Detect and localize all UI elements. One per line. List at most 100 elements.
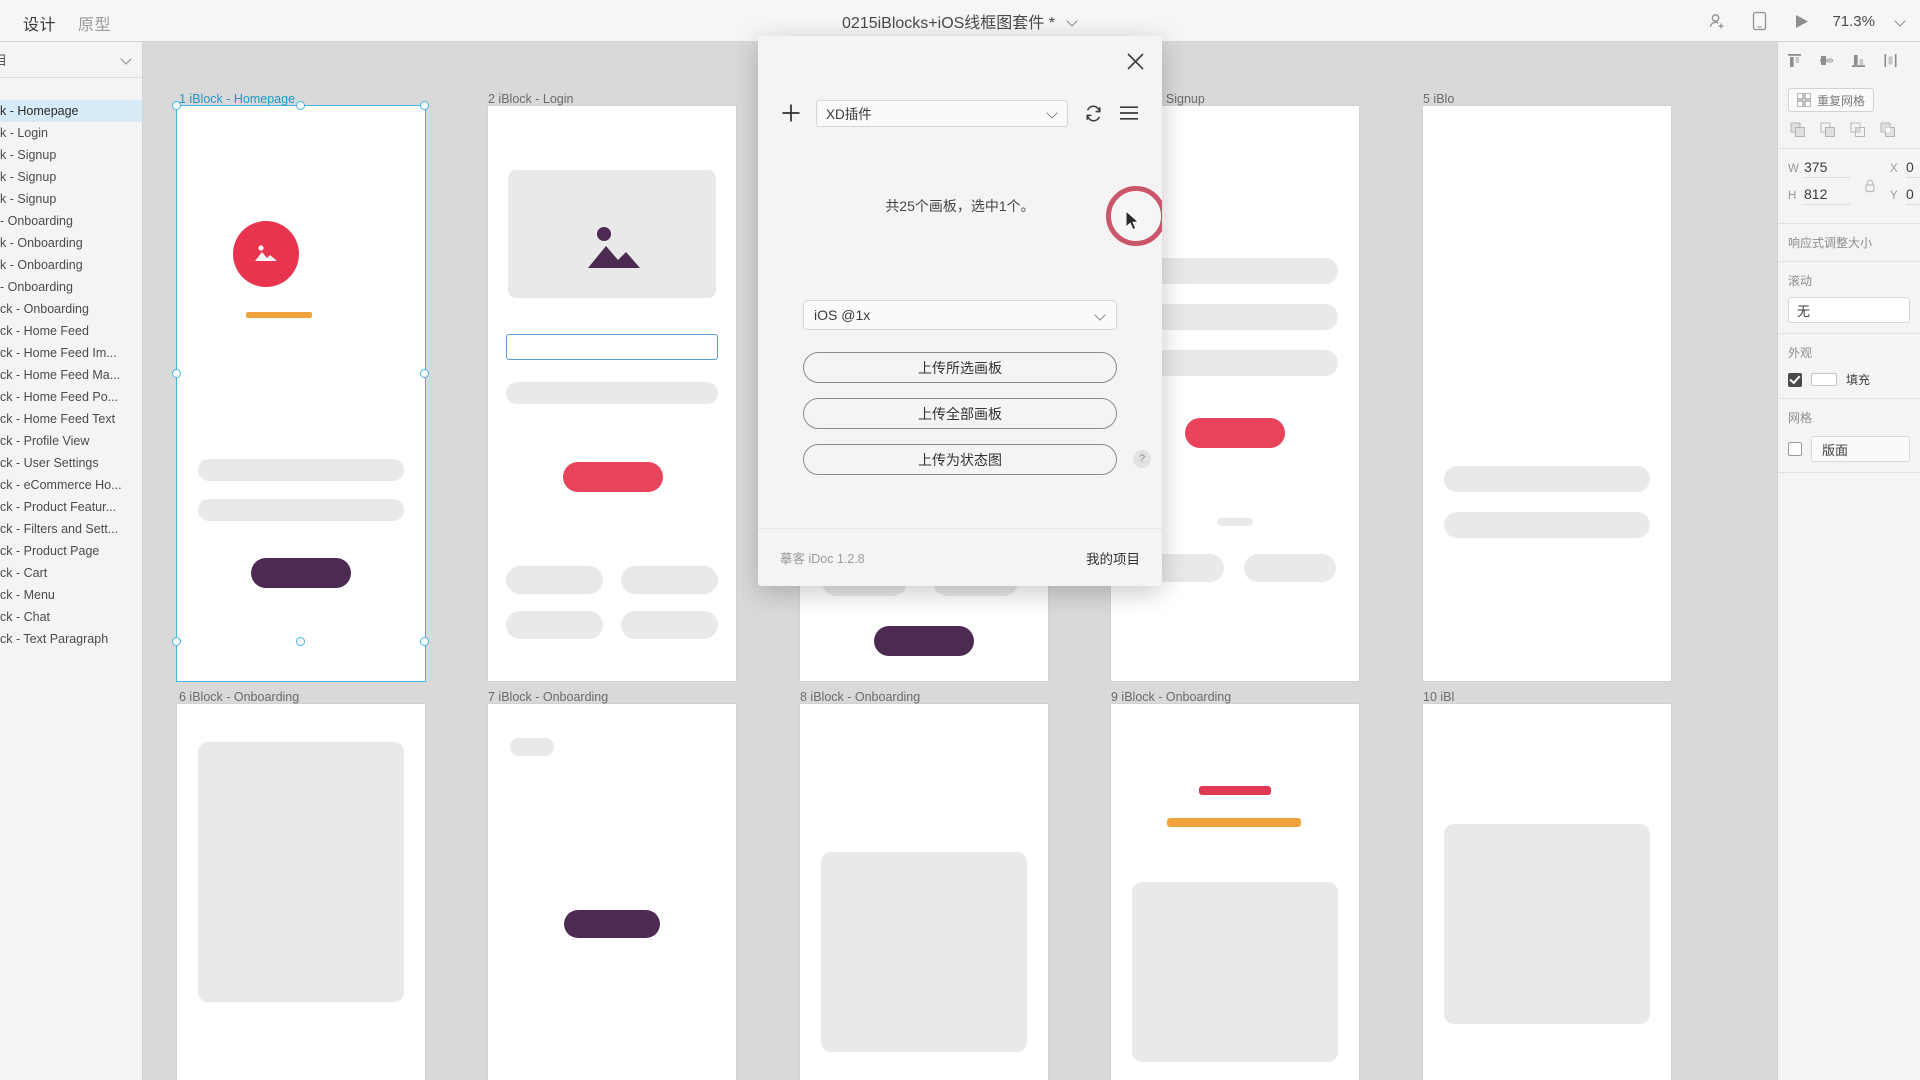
responsive-resize-section[interactable]: 响应式调整大小 (1778, 224, 1920, 262)
primary-button-shape (251, 558, 351, 588)
accent-bar-orange-9 (1167, 818, 1301, 827)
boolean-intersect-icon[interactable] (1850, 122, 1866, 138)
layer-item[interactable]: ck - Onboarding (0, 298, 142, 320)
artboard-onboarding-10[interactable] (1423, 704, 1671, 1080)
layer-item[interactable]: ck - eCommerce Ho... (0, 474, 142, 496)
artboard-onboarding-9[interactable] (1111, 704, 1359, 1080)
artboard-signup-5[interactable] (1423, 106, 1671, 681)
layer-item[interactable]: k - Signup (0, 188, 142, 210)
x-value[interactable]: 0 (1906, 159, 1920, 178)
grid-type-select[interactable]: 版面 (1811, 436, 1910, 462)
selection-handle-bl[interactable] (172, 637, 181, 646)
upload-all-artboards-button[interactable]: 上传全部画板 (803, 398, 1117, 429)
export-scale-select[interactable]: iOS @1x (803, 300, 1117, 330)
artboard-login[interactable] (488, 106, 736, 681)
layer-item[interactable]: ck - Home Feed Ma... (0, 364, 142, 386)
zoom-level-value[interactable]: 71.3% (1832, 13, 1875, 30)
help-icon[interactable]: ? (1133, 450, 1151, 468)
artboard-label-9[interactable]: 9 iBlock - Onboarding (1111, 690, 1231, 704)
scroll-select[interactable]: 无 (1788, 297, 1910, 323)
artboard-label-10[interactable]: 10 iBl (1423, 690, 1454, 704)
layer-item[interactable]: ck - Home Feed Po... (0, 386, 142, 408)
input-field-focused[interactable] (506, 334, 718, 360)
align-middle-icon[interactable] (1818, 52, 1834, 68)
artboard-homepage[interactable] (177, 106, 425, 681)
selection-handle-bc[interactable] (296, 637, 305, 646)
layer-item[interactable]: ck - Profile View (0, 430, 142, 452)
sidebar-chevron-down-icon[interactable] (121, 54, 132, 65)
artboard-label-7[interactable]: 7 iBlock - Onboarding (488, 690, 608, 704)
y-value[interactable]: 0 (1906, 186, 1920, 205)
accent-bar-red-9 (1199, 786, 1271, 795)
artboard-onboarding-8[interactable] (800, 704, 1048, 1080)
selection-handle-tr[interactable] (420, 101, 429, 110)
layer-item[interactable]: k - Login (0, 122, 142, 144)
boolean-exclude-icon[interactable] (1880, 122, 1896, 138)
my-projects-link[interactable]: 我的项目 (1086, 548, 1140, 568)
layer-item[interactable]: ck - Cart (0, 562, 142, 584)
artboard-onboarding-7[interactable] (488, 704, 736, 1080)
height-value[interactable]: 812 (1804, 186, 1850, 205)
layer-item[interactable]: - Onboarding (0, 210, 142, 232)
hamburger-menu-icon[interactable] (1118, 102, 1140, 124)
device-preview-icon[interactable] (1748, 10, 1770, 32)
artboard-label-6[interactable]: 6 iBlock - Onboarding (179, 690, 299, 704)
layer-item[interactable]: ck - Menu (0, 584, 142, 606)
width-field-row[interactable]: W 375 (1788, 159, 1850, 178)
boolean-union-icon[interactable] (1790, 122, 1806, 138)
layer-item[interactable]: ck - Text Paragraph (0, 628, 142, 650)
align-bottom-icon[interactable] (1850, 52, 1866, 68)
lock-aspect-ratio-icon[interactable] (1864, 159, 1876, 213)
width-value[interactable]: 375 (1804, 159, 1850, 178)
plugin-select[interactable]: XD插件 (816, 99, 1068, 127)
y-field-row[interactable]: Y 0 (1890, 186, 1920, 205)
artboard-label-2[interactable]: 2 iBlock - Login (488, 92, 573, 106)
align-top-icon[interactable] (1786, 52, 1802, 68)
fill-color-swatch[interactable] (1811, 373, 1837, 386)
zoom-chevron-down-icon[interactable] (1895, 16, 1906, 27)
play-preview-icon[interactable] (1790, 10, 1812, 32)
selection-handle-tc[interactable] (296, 101, 305, 110)
tab-prototype[interactable]: 原型 (67, 0, 122, 45)
layer-item[interactable]: ck - Product Page (0, 540, 142, 562)
layer-item[interactable]: ck - Chat (0, 606, 142, 628)
grid-checkbox[interactable] (1788, 442, 1802, 456)
layer-item[interactable]: k - Onboarding (0, 232, 142, 254)
selection-handle-ml[interactable] (172, 369, 181, 378)
layer-item[interactable]: ck - Product Featur... (0, 496, 142, 518)
layer-item[interactable]: k - Signup (0, 166, 142, 188)
selection-handle-mr[interactable] (420, 369, 429, 378)
artboard-label-1[interactable]: 1 iBlock - Homepage (179, 92, 295, 106)
fill-checkbox[interactable] (1788, 372, 1802, 387)
selection-handle-br[interactable] (420, 637, 429, 646)
layer-item[interactable]: ck - Home Feed (0, 320, 142, 342)
refresh-icon[interactable] (1082, 102, 1104, 124)
upload-selected-artboards-button[interactable]: 上传所选画板 (803, 352, 1117, 383)
layer-item[interactable]: ck - Home Feed Im... (0, 342, 142, 364)
layers-sidebar[interactable]: 目 k - Homepagek - Logink - Signupk - Sig… (0, 42, 143, 1080)
layer-item[interactable]: k - Onboarding (0, 254, 142, 276)
close-icon[interactable] (1122, 48, 1148, 74)
repeat-grid-section: 重复网格 (1778, 78, 1920, 149)
layer-item[interactable]: ck - Filters and Sett... (0, 518, 142, 540)
boolean-subtract-icon[interactable] (1820, 122, 1836, 138)
layer-item[interactable]: ck - User Settings (0, 452, 142, 474)
tab-design[interactable]: 设计 (12, 0, 67, 45)
artboard-onboarding-6[interactable] (177, 704, 425, 1080)
layer-item[interactable]: - Onboarding (0, 276, 142, 298)
height-field-row[interactable]: H 812 (1788, 186, 1850, 205)
upload-as-state-diagram-button[interactable]: 上传为状态图 (803, 444, 1117, 475)
x-field-row[interactable]: X 0 (1890, 159, 1920, 178)
artboard-label-5[interactable]: 5 iBlo (1423, 92, 1454, 106)
selection-handle-tl[interactable] (172, 101, 181, 110)
repeat-grid-button[interactable]: 重复网格 (1788, 88, 1875, 112)
chevron-down-icon[interactable] (1067, 16, 1078, 27)
idoc-plugin-dialog[interactable]: XD插件 共25个画板，选中1个。 iOS @1x 上传所选画板 上传全部画板 … (758, 36, 1162, 586)
plus-icon[interactable] (780, 102, 802, 124)
add-collaborator-icon[interactable] (1706, 10, 1728, 32)
align-center-icon[interactable] (1882, 52, 1898, 68)
layer-item[interactable]: k - Homepage (0, 100, 142, 122)
artboard-label-8[interactable]: 8 iBlock - Onboarding (800, 690, 920, 704)
layer-item[interactable]: ck - Home Feed Text (0, 408, 142, 430)
layer-item[interactable]: k - Signup (0, 144, 142, 166)
